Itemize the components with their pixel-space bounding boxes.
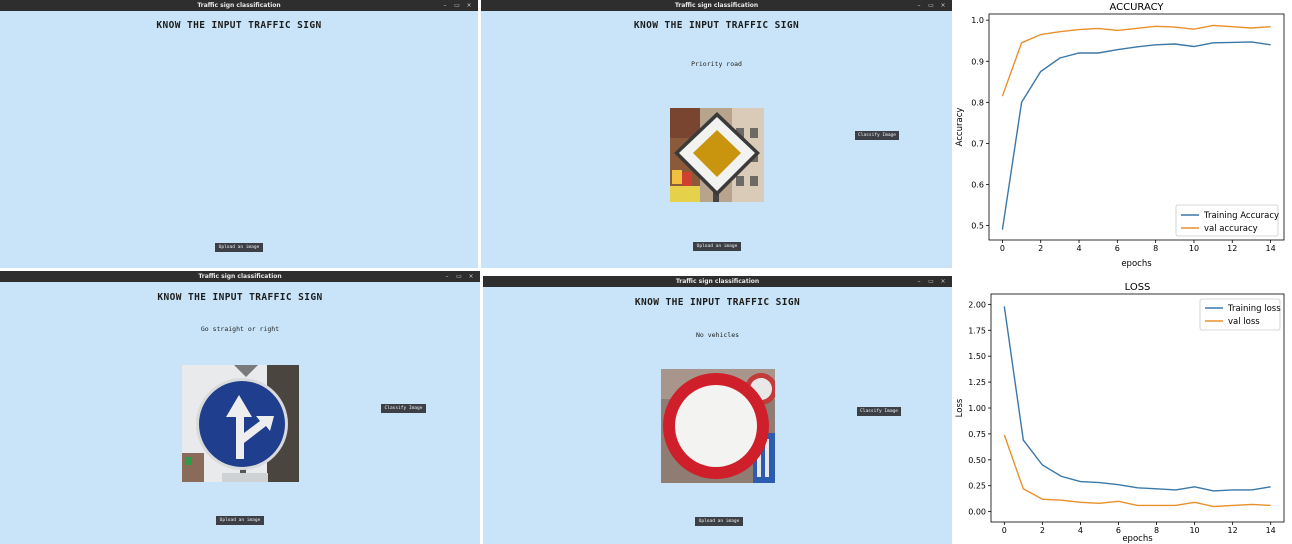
maximize-icon[interactable]: ▭ bbox=[454, 271, 464, 282]
y-axis-label: Loss bbox=[955, 398, 965, 417]
maximize-icon[interactable]: ▭ bbox=[926, 0, 936, 11]
y-tick-label: 0.5 bbox=[971, 222, 984, 231]
legend-label-val: val loss bbox=[1228, 317, 1260, 327]
window-title: Traffic sign classification bbox=[197, 2, 281, 9]
chart-legend: Training loss val loss bbox=[1199, 298, 1281, 331]
minimize-icon[interactable]: – bbox=[442, 271, 452, 282]
y-tick-label: 2.00 bbox=[968, 300, 986, 309]
x-tick-label: 14 bbox=[1265, 244, 1275, 253]
accuracy-chart: ACCURACY epochs Accuracy 0 2 4 6 8 10 12 14 0.5 0… bbox=[954, 0, 1292, 272]
traffic-sign-image-go-straight-or-right bbox=[182, 365, 299, 482]
x-tick-label: 6 bbox=[1115, 244, 1120, 253]
app-window-go-straight-or-right: Traffic sign classification – ▭ × KNOW T… bbox=[0, 271, 480, 544]
legend-label-training: Training Accuracy bbox=[1203, 211, 1279, 221]
upload-button[interactable]: Upload an image bbox=[693, 242, 741, 251]
page-heading: KNOW THE INPUT TRAFFIC SIGN bbox=[633, 20, 800, 31]
classify-button[interactable]: Classify Image bbox=[381, 404, 426, 413]
app-window-empty: Traffic sign classification – ▭ × KNOW T… bbox=[0, 0, 478, 268]
upload-button[interactable]: Upload an image bbox=[215, 243, 263, 252]
traffic-sign-image-priority-road bbox=[670, 108, 764, 202]
page-heading: KNOW THE INPUT TRAFFIC SIGN bbox=[634, 297, 801, 308]
y-tick-label: 1.75 bbox=[968, 326, 986, 335]
loss-chart: LOSS epochs Loss 0 2 4 6 8 10 12 14 0.00 0.25 0.50… bbox=[954, 278, 1292, 544]
y-tick-label: 0.9 bbox=[971, 57, 984, 66]
y-tick-label: 0.75 bbox=[968, 430, 986, 439]
x-tick-label: 2 bbox=[1040, 526, 1045, 535]
window-titlebar[interactable]: Traffic sign classification – ▭ × bbox=[0, 271, 480, 282]
window-title: Traffic sign classification bbox=[198, 273, 282, 280]
y-tick-label: 0.00 bbox=[968, 508, 986, 517]
app-window-priority-road: Traffic sign classification – ▭ × KNOW T… bbox=[481, 0, 952, 268]
upload-button[interactable]: Upload an image bbox=[695, 517, 743, 526]
maximize-icon[interactable]: ▭ bbox=[452, 0, 462, 11]
chart-title: LOSS bbox=[1125, 282, 1151, 293]
window-title: Traffic sign classification bbox=[675, 278, 760, 285]
window-titlebar[interactable]: Traffic sign classification – ▭ × bbox=[483, 276, 952, 287]
y-tick-label: 0.7 bbox=[971, 139, 984, 148]
close-icon[interactable]: × bbox=[938, 276, 948, 287]
y-axis-label: Accuracy bbox=[955, 108, 965, 147]
legend-label-training: Training loss bbox=[1227, 304, 1281, 314]
x-tick-label: 12 bbox=[1227, 244, 1237, 253]
y-tick-label: 1.25 bbox=[968, 378, 986, 387]
window-titlebar[interactable]: Traffic sign classification – ▭ × bbox=[0, 0, 478, 11]
close-icon[interactable]: × bbox=[938, 0, 948, 11]
page-heading: KNOW THE INPUT TRAFFIC SIGN bbox=[157, 292, 323, 303]
close-icon[interactable]: × bbox=[464, 0, 474, 11]
close-icon[interactable]: × bbox=[466, 271, 476, 282]
window-title: Traffic sign classification bbox=[674, 2, 759, 9]
chart-title: ACCURACY bbox=[1109, 2, 1164, 13]
minimize-icon[interactable]: – bbox=[440, 0, 450, 11]
classification-result: No vehicles bbox=[695, 331, 740, 339]
x-tick-label: 4 bbox=[1078, 526, 1083, 535]
x-tick-label: 8 bbox=[1153, 244, 1158, 253]
classify-button[interactable]: Classify Image bbox=[855, 131, 899, 140]
x-tick-label: 0 bbox=[1002, 526, 1007, 535]
traffic-sign-image-no-vehicles bbox=[661, 369, 775, 483]
window-titlebar[interactable]: Traffic sign classification – ▭ × bbox=[481, 0, 952, 11]
classification-result: Go straight or right bbox=[200, 325, 280, 333]
x-axis-label: epochs bbox=[1122, 534, 1153, 544]
y-tick-label: 0.6 bbox=[971, 181, 984, 190]
x-tick-label: 14 bbox=[1266, 526, 1276, 535]
upload-button[interactable]: Upload an image bbox=[216, 516, 264, 525]
y-tick-label: 0.8 bbox=[971, 98, 984, 107]
classification-result: Priority road bbox=[691, 60, 742, 68]
legend-label-val: val accuracy bbox=[1204, 224, 1258, 234]
x-tick-label: 10 bbox=[1189, 526, 1199, 535]
y-tick-label: 0.25 bbox=[968, 482, 986, 491]
y-tick-label: 1.00 bbox=[968, 404, 986, 413]
page-heading: KNOW THE INPUT TRAFFIC SIGN bbox=[156, 20, 322, 31]
y-tick-label: 1.50 bbox=[968, 352, 986, 361]
x-tick-label: 12 bbox=[1228, 526, 1238, 535]
chart-legend: Training Accuracy val accuracy bbox=[1175, 204, 1279, 237]
minimize-icon[interactable]: – bbox=[914, 0, 924, 11]
x-tick-label: 8 bbox=[1154, 526, 1159, 535]
x-tick-label: 0 bbox=[1000, 244, 1005, 253]
x-tick-label: 10 bbox=[1189, 244, 1199, 253]
classify-button[interactable]: Classify Image bbox=[857, 407, 901, 416]
x-tick-label: 2 bbox=[1038, 244, 1043, 253]
x-tick-label: 6 bbox=[1116, 526, 1121, 535]
maximize-icon[interactable]: ▭ bbox=[926, 276, 936, 287]
x-axis-label: epochs bbox=[1121, 259, 1152, 269]
x-tick-label: 4 bbox=[1076, 244, 1081, 253]
y-tick-label: 1.0 bbox=[971, 16, 984, 25]
y-tick-label: 0.50 bbox=[968, 456, 986, 465]
minimize-icon[interactable]: – bbox=[914, 276, 924, 287]
app-window-no-vehicles: Traffic sign classification – ▭ × KNOW T… bbox=[483, 276, 952, 544]
